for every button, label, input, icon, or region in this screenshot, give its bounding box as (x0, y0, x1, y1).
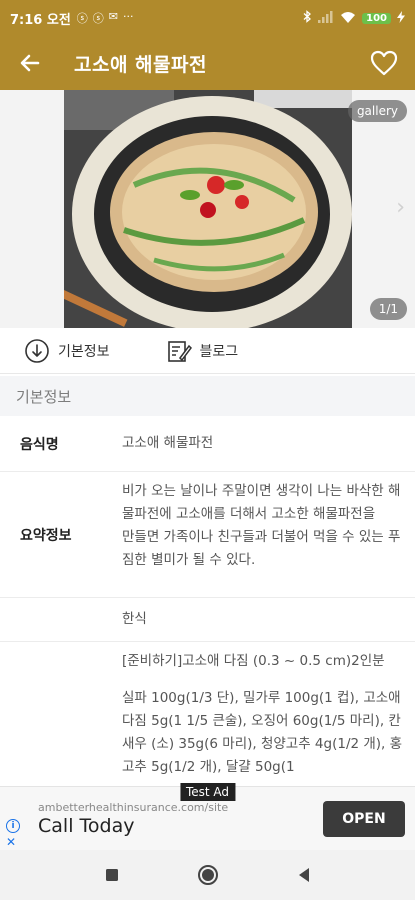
section-title: 기본정보 (0, 376, 415, 416)
recipe-text: 실파 100g(1/3 단), 밀가루 100g(1 컵), 고소애 다짐 5g… (122, 690, 403, 775)
table-row: 한식 (0, 598, 415, 642)
status-right: 100 (303, 10, 405, 26)
ad-title[interactable]: Call Today (38, 815, 134, 837)
gallery-button[interactable]: gallery (347, 100, 407, 122)
status-left: 7:16 오전 ⓢ ⓢ ✉ ··· (10, 9, 134, 28)
ad-close-icon[interactable]: ✕ (6, 835, 16, 849)
ad-info-icon[interactable]: i (6, 819, 20, 833)
row-value: 비가 오는 날이나 주말이면 생각이 나는 바삭한 해물파전에 고소애를 더해서… (108, 472, 415, 597)
pancake-photo-illustration (64, 90, 352, 328)
battery-icon: 100 (362, 12, 391, 24)
row-value: 한식 (122, 611, 147, 627)
signal-icon (318, 10, 334, 26)
bluetooth-icon (303, 10, 312, 26)
home-button[interactable] (195, 862, 221, 888)
blog-edit-icon (166, 338, 192, 364)
mail-icon: ✉ (108, 10, 118, 23)
status-time: 7:16 오전 (10, 12, 71, 28)
row-value: 고소애 해물파전 (122, 435, 214, 451)
recipe-text: [준비하기]고소애 다짐 (0.3 ~ 0.5 cm)2인분 (122, 653, 385, 669)
recents-icon (105, 869, 118, 881)
back-button[interactable] (14, 47, 46, 79)
tab-basic-info[interactable]: 기본정보 (24, 338, 110, 364)
summary-text: 비가 오는 날이나 주말이면 생각이 나는 바삭한 해물파전에 고소애를 더해서… (122, 483, 401, 522)
recipe-photo (64, 90, 352, 328)
tab-label: 블로그 (199, 343, 239, 360)
recipe-image-carousel[interactable]: gallery › 1/1 (0, 90, 415, 328)
tab-blog[interactable]: 블로그 (166, 338, 239, 364)
status-bar: 7:16 오전 ⓢ ⓢ ✉ ··· 100 (0, 0, 415, 36)
system-nav-bar (0, 850, 415, 900)
ad-tag: Test Ad (179, 783, 236, 801)
ad-banner[interactable]: Test Ad i ✕ ambetterhealthinsurance.com/… (0, 783, 415, 850)
tab-bar: 기본정보 블로그 (0, 328, 415, 374)
home-icon (197, 865, 218, 885)
info-table: 음식명 고소애 해물파전 요약정보 비가 오는 날이나 주말이면 생각이 나는 … (0, 416, 415, 812)
ad-open-button[interactable]: OPEN (323, 801, 405, 837)
back-triangle-icon (298, 868, 309, 882)
tab-label: 기본정보 (58, 343, 110, 360)
image-counter: 1/1 (369, 298, 407, 320)
app-bar: 고소애 해물파전 (0, 36, 415, 90)
next-image-icon[interactable]: › (396, 195, 405, 220)
heart-icon (370, 50, 398, 76)
table-row: 음식명 고소애 해물파전 (0, 416, 415, 472)
recents-button[interactable] (99, 862, 125, 888)
table-row: 요약정보 비가 오는 날이나 주말이면 생각이 나는 바삭한 해물파전에 고소애… (0, 472, 415, 598)
notification-icon: ⓢ (76, 12, 88, 25)
row-label: 음식명 (20, 436, 59, 453)
notification-icons: ⓢ ⓢ ✉ ··· (77, 10, 134, 26)
more-notifications-icon: ··· (123, 10, 134, 23)
ad-url: ambetterhealthinsurance.com/site (38, 801, 229, 814)
favorite-button[interactable] (367, 46, 401, 80)
wifi-icon (340, 11, 356, 26)
back-nav-button[interactable] (291, 862, 317, 888)
row-label: 요약정보 (20, 527, 72, 544)
notification-icon: ⓢ (92, 12, 104, 25)
summary-text: 만들면 가족이나 친구들과 더불어 먹을 수 있는 푸짐한 별미가 될 수 있다… (122, 529, 401, 568)
back-arrow-icon (20, 54, 40, 72)
charging-icon (397, 10, 405, 26)
info-download-icon (24, 338, 50, 364)
page-title: 고소애 해물파전 (74, 53, 207, 76)
row-label (0, 598, 108, 641)
